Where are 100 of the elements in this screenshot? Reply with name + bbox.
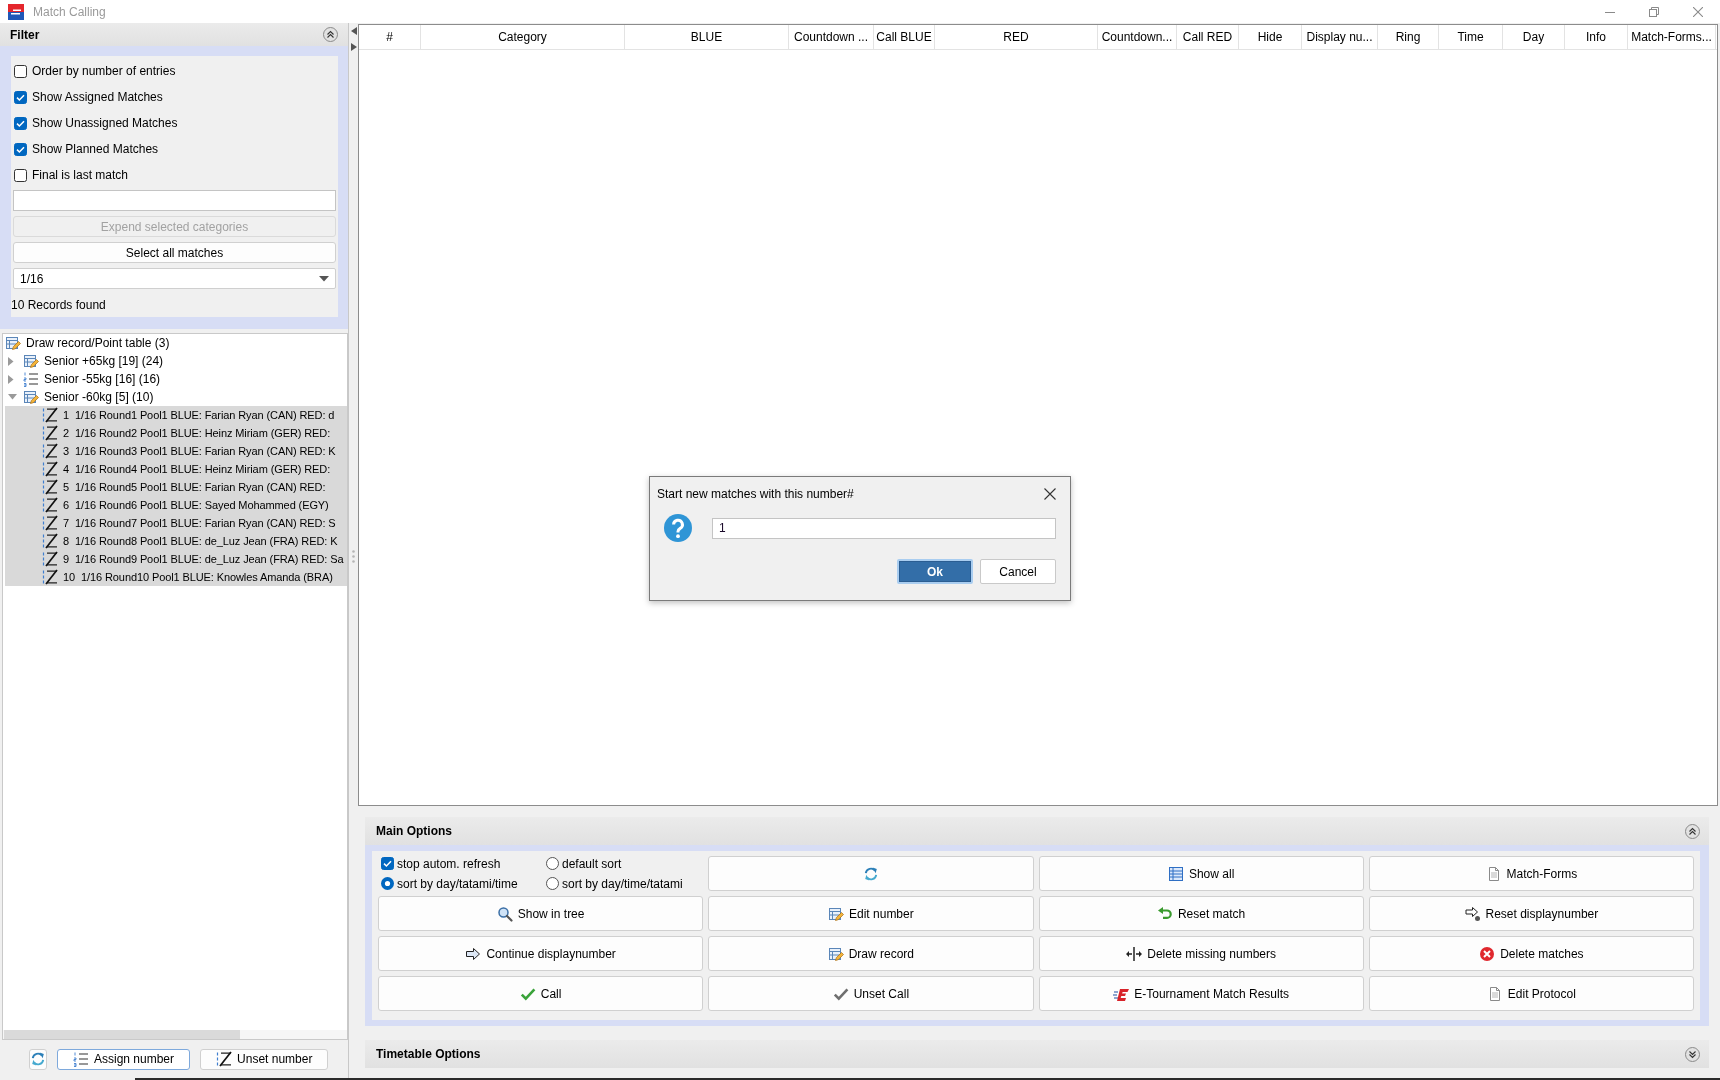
delete-missing-numbers-button[interactable]: Delete missing numbers bbox=[1038, 936, 1364, 971]
column-header[interactable]: Day bbox=[1503, 25, 1565, 49]
tree-item[interactable]: 5 1/16 Round5 Pool1 BLUE: Farian Ryan (CAN) RED: bbox=[5, 478, 347, 496]
continue-displaynumber-button[interactable]: Continue displaynumber bbox=[378, 936, 704, 971]
caret-down-icon[interactable] bbox=[319, 275, 329, 282]
column-header[interactable]: Call BLUE bbox=[874, 25, 935, 49]
radio-label[interactable]: sort by day/time/tatami bbox=[562, 876, 683, 891]
checkbox[interactable] bbox=[14, 90, 27, 104]
tree-item[interactable]: 9 1/16 Round9 Pool1 BLUE: de_Luz Jean (FRA) RED: Sa bbox=[5, 550, 347, 568]
column-header[interactable]: Match-Forms... bbox=[1628, 25, 1716, 49]
restore-icon[interactable] bbox=[1649, 6, 1659, 17]
scrollbar-thumb[interactable] bbox=[4, 1030, 240, 1039]
radio-label[interactable]: default sort bbox=[562, 856, 622, 871]
match-number: 6 bbox=[63, 499, 70, 511]
sheet-pencil-icon bbox=[23, 353, 39, 369]
right-arrow-icon bbox=[465, 945, 482, 962]
column-header[interactable]: Hide bbox=[1239, 25, 1302, 49]
unset-call-button[interactable]: Unset Call bbox=[708, 976, 1034, 1011]
show-all-button[interactable]: Show all bbox=[1038, 856, 1364, 891]
unset-number-button[interactable]: Unset number bbox=[200, 1048, 329, 1070]
search-field[interactable] bbox=[13, 190, 336, 211]
edit-number-button[interactable]: Edit number bbox=[708, 896, 1034, 931]
column-header[interactable]: Countdown... bbox=[1098, 25, 1177, 49]
split-arrows-icon bbox=[1126, 945, 1143, 962]
cancel-button[interactable]: Cancel bbox=[980, 559, 1056, 584]
section-header[interactable]: Main Options bbox=[365, 817, 1709, 845]
checkbox-label[interactable]: stop autom. refresh bbox=[397, 856, 501, 871]
column-header[interactable]: Call RED bbox=[1177, 25, 1239, 49]
edit-protocol-button[interactable]: Edit Protocol bbox=[1368, 976, 1694, 1011]
checkbox-label[interactable]: Final is last match bbox=[32, 168, 129, 182]
collapse-icon[interactable] bbox=[323, 27, 338, 42]
horizontal-scrollbar[interactable] bbox=[3, 1030, 347, 1039]
tree-item[interactable]: 4 1/16 Round4 Pool1 BLUE: Heinz Miriam (GER) RED: bbox=[5, 460, 347, 478]
radio-button[interactable] bbox=[381, 877, 394, 890]
expand-icon[interactable] bbox=[1685, 1046, 1700, 1062]
radio-button[interactable] bbox=[546, 877, 559, 890]
radio-button[interactable] bbox=[546, 857, 559, 870]
caret-right-icon[interactable] bbox=[8, 356, 14, 366]
ok-button[interactable]: Ok bbox=[897, 559, 973, 584]
radio-label[interactable]: sort by day/tatami/time bbox=[397, 876, 518, 891]
show-in-tree-button[interactable]: Show in tree bbox=[378, 896, 704, 931]
collapse-icon[interactable] bbox=[1685, 823, 1700, 839]
triangle-left-icon[interactable] bbox=[350, 27, 357, 35]
tree-item[interactable]: 3 1/16 Round3 Pool1 BLUE: Farian Ryan (CAN) RED: K bbox=[5, 442, 347, 460]
window-title: Match Calling bbox=[33, 4, 106, 19]
curved-arrow-icon bbox=[1156, 905, 1173, 922]
tree-item[interactable]: Draw record/Point table (3) bbox=[5, 334, 347, 352]
grip-dots-icon[interactable] bbox=[352, 550, 355, 563]
number-input[interactable]: 1 bbox=[712, 517, 1056, 539]
column-header[interactable]: Category bbox=[421, 25, 625, 49]
checkbox-label[interactable]: Order by number of entries bbox=[32, 64, 176, 78]
column-header[interactable]: Time bbox=[1439, 25, 1503, 49]
checkbox-label[interactable]: Show Assigned Matches bbox=[32, 90, 163, 104]
question-icon bbox=[664, 514, 692, 542]
checkbox[interactable] bbox=[14, 168, 27, 182]
match-forms-button[interactable]: Match-Forms bbox=[1368, 856, 1694, 891]
checkbox[interactable] bbox=[14, 116, 27, 130]
tree-item[interactable]: 10 1/16 Round10 Pool1 BLUE: Knowles Amanda (BRA) bbox=[5, 568, 347, 586]
delete-icon bbox=[1479, 945, 1496, 962]
checkbox[interactable] bbox=[14, 142, 27, 156]
column-header[interactable]: Display nu... bbox=[1302, 25, 1378, 49]
section-header[interactable]: Timetable Options bbox=[365, 1040, 1709, 1068]
match-results-button[interactable]: E-Tournament Match Results bbox=[1038, 976, 1364, 1011]
close-icon[interactable] bbox=[1044, 487, 1056, 500]
reset-match-button[interactable]: Reset match bbox=[1038, 896, 1364, 931]
call-button[interactable]: Call bbox=[378, 976, 704, 1011]
column-header[interactable]: Info bbox=[1565, 25, 1628, 49]
tree-item[interactable]: Senior -55kg [16] (16) bbox=[5, 370, 347, 388]
column-header[interactable]: BLUE bbox=[625, 25, 789, 49]
refresh-button[interactable] bbox=[29, 1048, 47, 1070]
tree-item-label: 1/16 Round4 Pool1 BLUE: Heinz Miriam (GER) RED: bbox=[75, 463, 331, 475]
section-header[interactable]: Filter bbox=[0, 23, 348, 46]
tree-item[interactable]: 8 1/16 Round8 Pool1 BLUE: de_Luz Jean (FRA) RED: K bbox=[5, 532, 347, 550]
tree-item[interactable]: 2 1/16 Round2 Pool1 BLUE: Heinz Miriam (GER) RED: bbox=[5, 424, 347, 442]
column-header[interactable]: RED bbox=[935, 25, 1098, 49]
list-slash-icon bbox=[42, 479, 58, 495]
column-header[interactable]: Ring bbox=[1378, 25, 1439, 49]
tree-item[interactable]: 6 1/16 Round6 Pool1 BLUE: Sayed Mohammed (EGY) bbox=[5, 496, 347, 514]
select-all-button[interactable]: Select all matches bbox=[13, 242, 336, 263]
tree-item-label: 1/16 Round8 Pool1 BLUE: de_Luz Jean (FRA) RED: K bbox=[75, 535, 338, 547]
checkbox[interactable] bbox=[381, 857, 394, 870]
column-header[interactable]: # bbox=[359, 25, 421, 49]
match-number: 1 bbox=[63, 409, 70, 421]
reset-displaynumber-button[interactable]: Reset displaynumber bbox=[1368, 896, 1694, 931]
checkbox-label[interactable]: Show Unassigned Matches bbox=[32, 116, 178, 130]
section-title: Main Options bbox=[376, 824, 452, 838]
tree-item[interactable]: 7 1/16 Round7 Pool1 BLUE: Farian Ryan (CAN) RED: S bbox=[5, 514, 347, 532]
tree-item[interactable]: 1 1/16 Round1 Pool1 BLUE: Farian Ryan (CAN) RED: d bbox=[5, 406, 347, 424]
column-header[interactable]: Countdown ... bbox=[789, 25, 874, 49]
checkbox-label[interactable]: Show Planned Matches bbox=[32, 142, 159, 156]
tree-item[interactable]: Senior -60kg [5] (10) bbox=[5, 388, 347, 406]
delete-matches-button[interactable]: Delete matches bbox=[1368, 936, 1694, 971]
list-slash-icon bbox=[42, 515, 58, 531]
tree-item[interactable]: Senior +65kg [19] (24) bbox=[5, 352, 347, 370]
round-dropdown[interactable]: 1/16 bbox=[13, 268, 336, 289]
checkbox[interactable] bbox=[14, 64, 27, 78]
assign-number-button[interactable]: Assign number bbox=[57, 1048, 191, 1070]
triangle-right-icon[interactable] bbox=[350, 43, 357, 51]
draw-record-button[interactable]: Draw record bbox=[708, 936, 1034, 971]
caret-right-icon[interactable] bbox=[8, 374, 14, 384]
